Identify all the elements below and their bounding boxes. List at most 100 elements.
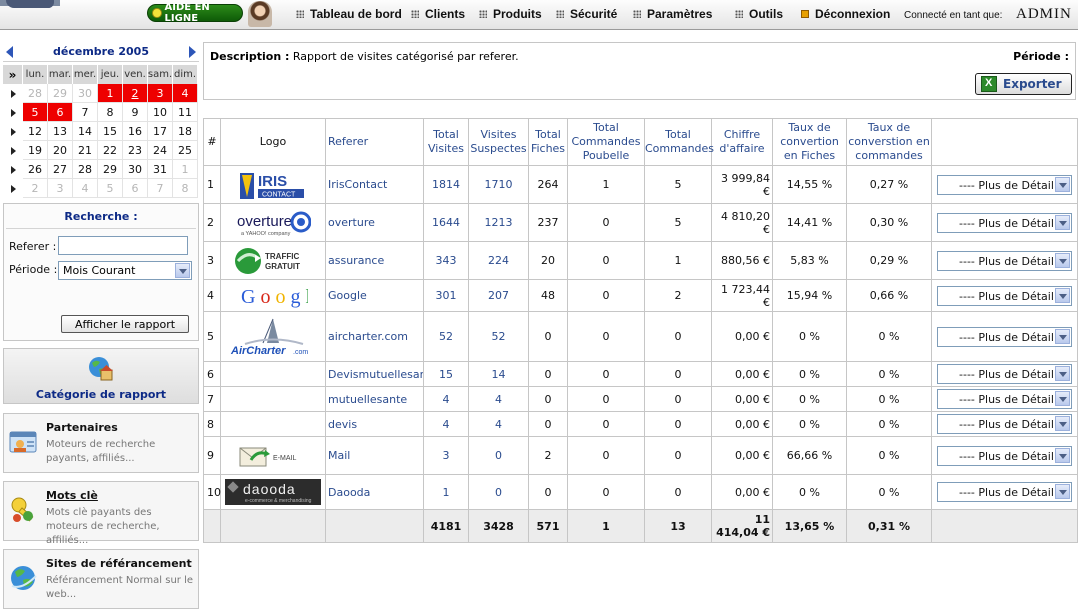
total-visits-link[interactable]: 301 [423, 279, 469, 312]
calendar-day[interactable]: 20 [48, 141, 73, 160]
calendar-day[interactable]: 9 [123, 103, 148, 122]
details-select[interactable]: ---- Plus de Détail --- [937, 414, 1072, 434]
select-week-button[interactable] [3, 103, 23, 122]
calendar-day[interactable]: 11 [173, 103, 198, 122]
details-select[interactable]: ---- Plus de Détail --- [937, 482, 1072, 502]
calendar-day[interactable]: 12 [23, 122, 48, 141]
calendar-day[interactable]: 18 [173, 122, 198, 141]
calendar-day-selected[interactable]: 5 [23, 103, 48, 122]
total-visits-link[interactable]: 1 [423, 474, 469, 510]
referer-link[interactable]: devis [325, 411, 424, 437]
details-select[interactable]: ---- Plus de Détail --- [937, 212, 1072, 233]
details-select[interactable]: ---- Plus de Détail --- [937, 250, 1072, 271]
total-visits-link[interactable]: 4 [423, 386, 469, 412]
column-header-total-visits[interactable]: Total Visites [423, 118, 469, 166]
column-header-order-rate[interactable]: Taux de converstion en commandes [846, 118, 932, 166]
nav-deconnexion[interactable]: Déconnexion [801, 7, 890, 21]
suspect-visits-link[interactable]: 4 [468, 386, 529, 412]
calendar-day[interactable]: 16 [123, 122, 148, 141]
total-visits-link[interactable]: 52 [423, 311, 469, 362]
suspect-visits-link[interactable]: 224 [468, 241, 529, 280]
calendar-day[interactable]: 25 [173, 141, 198, 160]
calendar-day-selected[interactable]: 4 [173, 84, 198, 103]
details-select[interactable]: ---- Plus de Détail --- [937, 174, 1072, 195]
calendar-day-today[interactable]: 2 [123, 84, 148, 103]
total-visits-link[interactable]: 4 [423, 411, 469, 437]
suspect-visits-link[interactable]: 0 [468, 474, 529, 510]
calendar-day[interactable]: 17 [148, 122, 173, 141]
calendar-day[interactable]: 28 [73, 160, 98, 179]
column-header-referer[interactable]: Referer [325, 118, 424, 166]
nav-produits[interactable]: Produits [479, 7, 542, 21]
select-week-button[interactable] [3, 122, 23, 141]
calendar-day[interactable]: 21 [73, 141, 98, 160]
referer-link[interactable]: aircharter.com [325, 311, 424, 362]
suspect-visits-link[interactable]: 207 [468, 279, 529, 312]
calendar-day[interactable]: 19 [23, 141, 48, 160]
nav-tableau-de-bord[interactable]: Tableau de bord [296, 7, 402, 21]
total-visits-link[interactable]: 3 [423, 436, 469, 475]
suspect-visits-link[interactable]: 52 [468, 311, 529, 362]
calendar-day[interactable]: 6 [123, 179, 148, 198]
calendar-day[interactable]: 3 [48, 179, 73, 198]
details-select[interactable]: ---- Plus de Détail --- [937, 285, 1072, 306]
calendar-day[interactable]: 8 [173, 179, 198, 198]
referer-link[interactable]: IrisContact [325, 165, 424, 204]
calendar-day[interactable]: 10 [148, 103, 173, 122]
select-week-button[interactable] [3, 160, 23, 179]
referer-link[interactable]: assurance [325, 241, 424, 280]
total-visits-link[interactable]: 1644 [423, 203, 469, 242]
select-week-button[interactable] [3, 141, 23, 160]
column-header-revenue[interactable]: Chiffre d'affaire [711, 118, 773, 166]
calendar-day[interactable]: 31 [148, 160, 173, 179]
calendar-day[interactable]: 4 [73, 179, 98, 198]
column-header-suspect-visits[interactable]: Visites Suspectes [468, 118, 529, 166]
calendar-day-selected[interactable]: 6 [48, 103, 73, 122]
help-button[interactable]: AIDE EN LIGNE [147, 2, 243, 24]
details-select[interactable]: ---- Plus de Détail --- [937, 364, 1072, 384]
report-category-button[interactable]: Catégorie de rapport [3, 348, 199, 404]
referer-link[interactable]: Google [325, 279, 424, 312]
calendar-day[interactable]: 14 [73, 122, 98, 141]
calendar-day[interactable]: 13 [48, 122, 73, 141]
show-report-button[interactable]: Afficher le rapport [61, 315, 189, 333]
calendar-day[interactable]: 30 [73, 84, 98, 103]
calendar-day[interactable]: 7 [148, 179, 173, 198]
calendar-day[interactable]: 2 [23, 179, 48, 198]
referer-link[interactable]: Daooda [325, 474, 424, 510]
referer-link[interactable]: Devismutuellesante [325, 361, 424, 387]
calendar-day[interactable]: 26 [23, 160, 48, 179]
details-select[interactable]: ---- Plus de Détail --- [937, 389, 1072, 409]
calendar-day[interactable]: 24 [148, 141, 173, 160]
column-header-total-records[interactable]: Total Fiches [528, 118, 568, 166]
select-week-button[interactable] [3, 84, 23, 103]
details-select[interactable]: ---- Plus de Détail --- [937, 445, 1072, 466]
referencing-sites-link[interactable]: Sites de référancement Référancement Nor… [3, 549, 199, 609]
calendar-day[interactable]: 29 [98, 160, 123, 179]
details-select[interactable]: ---- Plus de Détail --- [937, 326, 1072, 347]
referer-input[interactable] [58, 236, 188, 255]
partners-link[interactable]: Partenaires Moteurs de recherche payants… [3, 413, 199, 473]
nav-parametres[interactable]: Paramètres [633, 7, 712, 21]
suspect-visits-link[interactable]: 4 [468, 411, 529, 437]
nav-outils[interactable]: Outils [735, 7, 783, 21]
calendar-day[interactable]: 22 [98, 141, 123, 160]
referer-link[interactable]: overture [325, 203, 424, 242]
calendar-day[interactable]: 29 [48, 84, 73, 103]
select-week-button[interactable] [3, 179, 23, 198]
calendar-day[interactable]: 8 [98, 103, 123, 122]
total-visits-link[interactable]: 343 [423, 241, 469, 280]
column-header-record-rate[interactable]: Taux de convertion en Fiches [772, 118, 847, 166]
select-month-button[interactable]: » [3, 65, 23, 84]
next-month-icon[interactable] [189, 46, 196, 58]
column-header-trash-orders[interactable]: Total Commandes Poubelle [567, 118, 645, 166]
suspect-visits-link[interactable]: 14 [468, 361, 529, 387]
calendar-day[interactable]: 28 [23, 84, 48, 103]
calendar-day[interactable]: 30 [123, 160, 148, 179]
total-visits-link[interactable]: 1814 [423, 165, 469, 204]
calendar-day[interactable]: 15 [98, 122, 123, 141]
calendar-day[interactable]: 27 [48, 160, 73, 179]
calendar-day[interactable]: 1 [173, 160, 198, 179]
suspect-visits-link[interactable]: 0 [468, 436, 529, 475]
period-select[interactable]: Mois Courant [58, 261, 192, 280]
